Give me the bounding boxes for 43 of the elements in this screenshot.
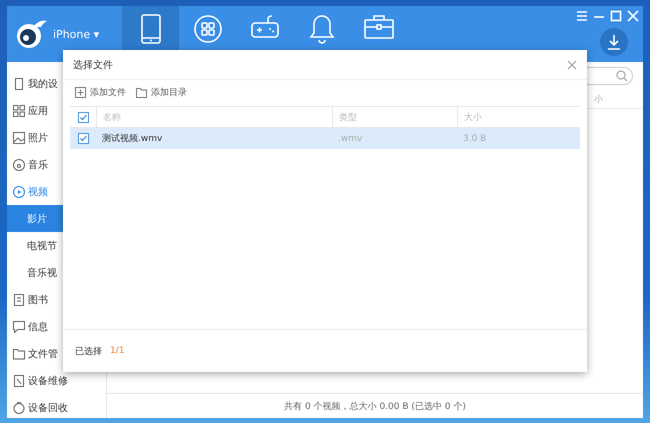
tablet-icon (140, 14, 162, 44)
maximize-icon[interactable] (610, 10, 622, 22)
gamepad-icon (250, 14, 280, 40)
folder-icon (13, 348, 25, 360)
message-icon (13, 320, 25, 332)
book-icon (13, 294, 25, 306)
checkbox[interactable] (78, 112, 88, 122)
sidebar-item[interactable]: 图书 (7, 286, 106, 313)
selected-count: 1/1 (110, 346, 124, 356)
sidebar-item[interactable]: 设备维修 (7, 367, 106, 394)
table-cell-text: .wmv (337, 134, 364, 144)
toolbar-button[interactable]: 添加目录 (136, 86, 187, 98)
sidebar-item[interactable]: 信息 (7, 313, 106, 340)
column-header: 类型 (332, 107, 457, 127)
bell-icon (308, 14, 334, 44)
apps-icon (192, 14, 222, 44)
phone-icon (13, 78, 25, 90)
download-icon (607, 34, 621, 50)
music-icon (13, 158, 25, 170)
file-row[interactable]: 测试视频.wmv .wmv 3.0 B (70, 128, 580, 149)
sidebar-item[interactable]: 设备回收 (7, 394, 106, 421)
search-icon (616, 70, 628, 82)
play-icon (13, 186, 25, 198)
column-header: 大小 (457, 107, 580, 127)
sidebar-item[interactable]: 视频 (7, 178, 106, 205)
plus-square-icon (75, 86, 86, 98)
download-button[interactable] (600, 28, 628, 56)
image-icon (13, 132, 25, 144)
close-icon[interactable] (567, 60, 577, 70)
column-header: 小 (594, 94, 603, 106)
sidebar-item[interactable]: 音乐 (7, 151, 106, 178)
folder-icon (136, 86, 147, 98)
status-text: 共有 0 个视频，总大小 0.00 B (已选中 0 个) (107, 393, 643, 418)
grid-icon (13, 104, 25, 116)
table-cell-text: 测试视频.wmv (101, 132, 164, 145)
table-cell-text: 3.0 B (462, 134, 488, 144)
dialog-title: 选择文件 (73, 58, 113, 72)
column-header: 名称 (96, 107, 332, 127)
menu-icon[interactable] (576, 10, 588, 22)
checkbox[interactable] (78, 133, 88, 144)
toolbar-button[interactable]: 添加文件 (75, 86, 126, 98)
briefcase-icon (362, 14, 394, 40)
selected-label: 已选择 (75, 346, 102, 358)
